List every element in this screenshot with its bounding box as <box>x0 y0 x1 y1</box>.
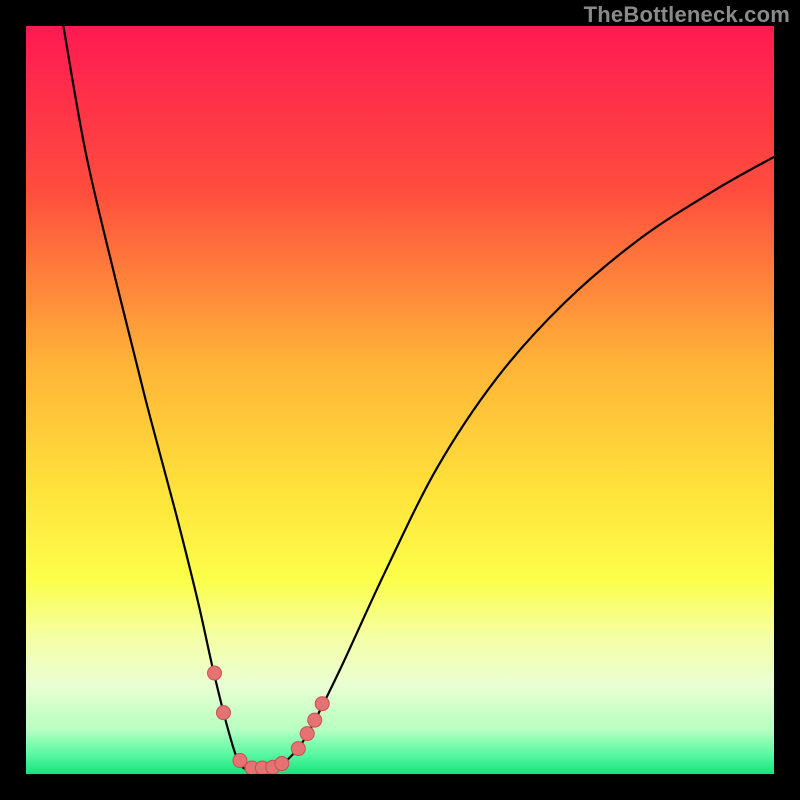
data-marker <box>216 706 230 720</box>
data-marker <box>291 742 305 756</box>
gradient-background <box>26 26 774 774</box>
data-marker <box>208 666 222 680</box>
data-marker <box>275 757 289 771</box>
bottleneck-chart <box>26 26 774 774</box>
data-marker <box>315 697 329 711</box>
watermark-text: TheBottleneck.com <box>584 2 790 28</box>
data-marker <box>308 713 322 727</box>
chart-frame: { "watermark": "TheBottleneck.com", "cha… <box>0 0 800 800</box>
data-marker <box>300 727 314 741</box>
data-marker <box>233 754 247 768</box>
